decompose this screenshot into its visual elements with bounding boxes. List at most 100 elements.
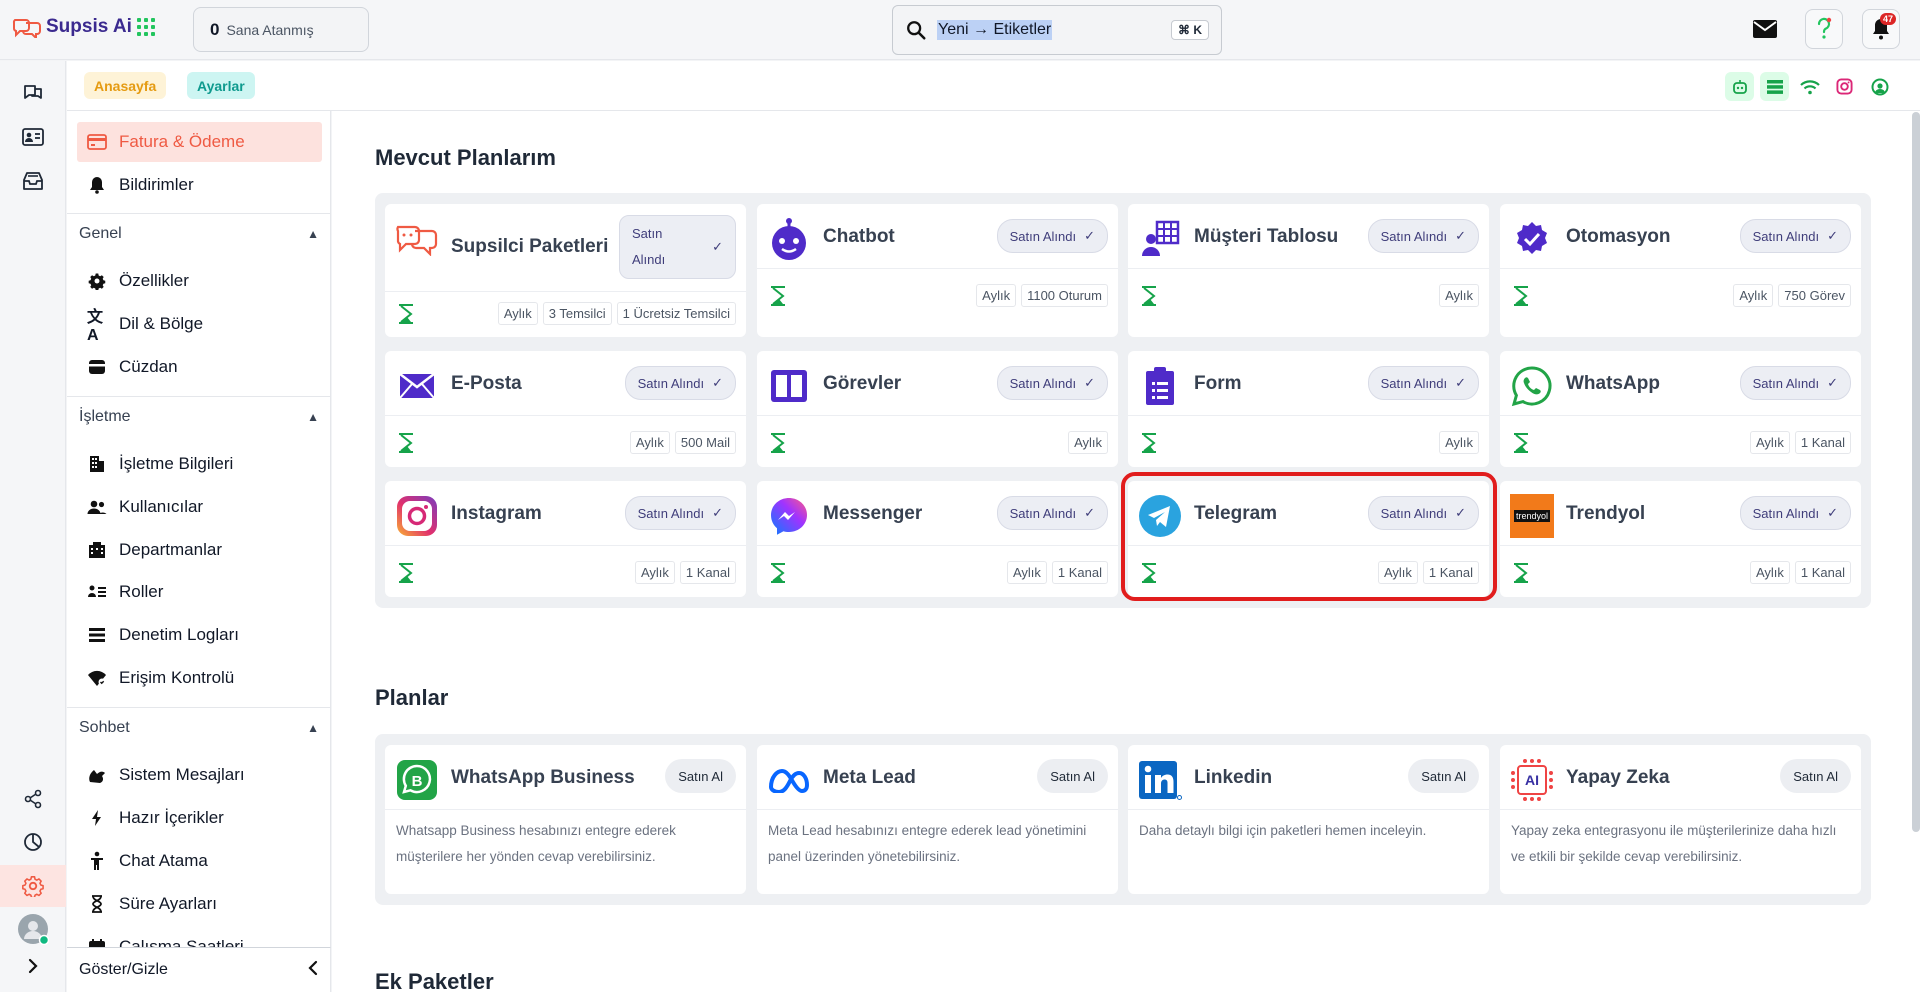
user-avatar[interactable] [17,913,49,945]
purchased-button[interactable]: Satın Alındı ✓ [996,496,1108,530]
sidebar-toggle[interactable]: Göster/Gizle [67,947,331,992]
plan-description: Daha detaylı bilgi için paketleri hemen … [1139,823,1427,838]
channel-status-icons [1725,72,1894,101]
nav-features[interactable]: Özellikler [77,261,322,301]
chevron-left-icon[interactable] [308,960,318,981]
settings-gear-icon[interactable] [17,870,49,902]
group-header-chat[interactable]: Sohbet ▲ [67,707,330,747]
breadcrumb-home[interactable]: Anasayfa [84,72,167,99]
plan-tags: Aylık [1439,431,1479,454]
group-header-business[interactable]: İşletme ▲ [67,396,330,436]
plan-tag: 1 Kanal [1422,561,1479,584]
list-status-icon[interactable] [1760,72,1789,101]
purchased-label: Satın Alındı [1380,228,1448,244]
purchased-button[interactable]: Satın Alındı ✓ [624,366,736,400]
group-header-general[interactable]: Genel ▲ [67,213,330,253]
plan-name: Meta Lead [823,767,916,788]
trendyol-logo-text: trendyol [1513,510,1551,522]
wifi-status-icon[interactable] [1795,72,1824,101]
inbox-icon[interactable] [17,165,49,197]
nav-access-control[interactable]: Erişim Kontrolü [77,658,322,698]
hourglass-green-icon [1142,286,1156,306]
hourglass-green-icon [1142,433,1156,453]
plan-name: Messenger [823,503,923,524]
buy-button[interactable]: Satın Al [1037,759,1108,793]
nav-language-region[interactable]: 文A Dil & Bölge [77,304,322,344]
main-scrollbar[interactable] [1912,112,1920,832]
purchased-label: Satın Alındı [1380,375,1448,391]
plan-tags: Aylık 1 Kanal [1749,431,1851,454]
expand-rail-icon[interactable] [17,950,49,982]
contacts-card-icon[interactable] [17,121,49,153]
share-icon[interactable] [17,783,49,815]
nav-business-info[interactable]: İşletme Bilgileri [77,444,322,484]
purchased-button[interactable]: Satın Alındı ✓ [1739,219,1851,253]
assigned-to-me-button[interactable]: 0 Sana Atanmış [193,7,369,52]
whatsapp-icon [1510,364,1554,408]
reports-pie-icon[interactable] [17,826,49,858]
buy-button[interactable]: Satın Al [1408,759,1479,793]
nav-label: Roller [119,582,164,601]
nav-system-messages[interactable]: Sistem Mesajları [77,755,322,795]
nav-chat-assignment[interactable]: Chat Atama [77,841,322,881]
nav-notifications[interactable]: Bildirimler [77,165,322,205]
plan-tag: Aylık [1068,431,1108,454]
purchased-button[interactable]: Satın Alındı ✓ [624,496,736,530]
roles-icon [87,582,107,602]
nav-label: Sistem Mesajları [119,765,245,784]
buy-button[interactable]: Satın Al [1780,759,1851,793]
card-divider [757,268,1118,269]
search-input[interactable]: Yeni → Etiketler ⌘ K [892,5,1222,55]
plan-tag: 1 Ücretsiz Temsilci [616,302,736,325]
buy-button[interactable]: Satın Al [665,759,736,793]
bot-status-icon[interactable] [1725,72,1754,101]
purchased-button[interactable]: Satın Alındı ✓ [996,366,1108,400]
hourglass-green-icon [399,563,413,583]
purchased-button[interactable]: Satın Alındı ✓ [996,219,1108,253]
purchased-button[interactable]: Satın Alındı ✓ [1739,496,1851,530]
nav-users[interactable]: Kullanıcılar [77,487,322,527]
sidebar-toggle-label: Göster/Gizle [79,961,168,978]
plan-name: Yapay Zeka [1566,767,1670,788]
plan-tag: Aylık [1439,284,1479,307]
group-title: İşletme [79,407,131,425]
available-plan-card: Meta Lead Satın Al Meta Lead hesabınızı … [757,745,1118,894]
chats-icon[interactable] [17,77,49,109]
card-divider [1128,809,1489,810]
purchased-button[interactable]: Satın Alındı ✓ [619,215,736,279]
check-icon: ✓ [1455,375,1466,390]
plan-name: Görevler [823,373,902,394]
wallet-icon [87,357,107,377]
purchased-button[interactable]: Satın Alındı ✓ [1739,366,1851,400]
breadcrumb-bar: Anasayfa Ayarlar [67,61,1920,111]
plans-title: Planlar [375,685,449,710]
nav-audit-logs[interactable]: Denetim Logları [77,615,322,655]
plan-tag: Aylık [629,431,670,454]
purchased-button[interactable]: Satın Alındı ✓ [1367,496,1479,530]
purchased-label-line1: Satın [632,226,663,241]
check-icon: ✓ [1827,228,1838,243]
nav-timing-settings[interactable]: Süre Ayarları [77,884,322,924]
instagram-status-icon[interactable] [1830,72,1859,101]
support-status-icon[interactable] [1865,72,1894,101]
purchased-button[interactable]: Satın Alındı ✓ [1367,219,1479,253]
plan-name: Linkedin [1194,767,1273,788]
check-icon: ✓ [1455,228,1466,243]
app-logo[interactable]: Supsis Ai [12,16,132,38]
purchased-button[interactable]: Satın Alındı ✓ [1367,366,1479,400]
breadcrumb-settings[interactable]: Ayarlar [187,72,255,99]
plan-card: Otomasyon Satın Alındı ✓ Aylık 750 Görev [1500,204,1861,337]
card-divider [757,809,1118,810]
notifications-bell-icon[interactable]: 47 [1862,9,1900,49]
left-rail [0,61,66,992]
nav-departments[interactable]: Departmanlar [77,530,322,570]
nav-roles[interactable]: Roller [77,572,322,612]
mail-icon[interactable] [1748,9,1782,49]
help-icon[interactable] [1805,9,1843,49]
nav-wallet[interactable]: Cüzdan [77,347,322,387]
nav-billing[interactable]: Fatura & Ödeme [77,122,322,162]
hourglass-green-icon [1142,563,1156,583]
nav-quick-contents[interactable]: Hazır İçerikler [77,798,322,838]
nav-label: Hazır İçerikler [119,808,224,827]
apps-grid-icon[interactable] [137,18,155,36]
